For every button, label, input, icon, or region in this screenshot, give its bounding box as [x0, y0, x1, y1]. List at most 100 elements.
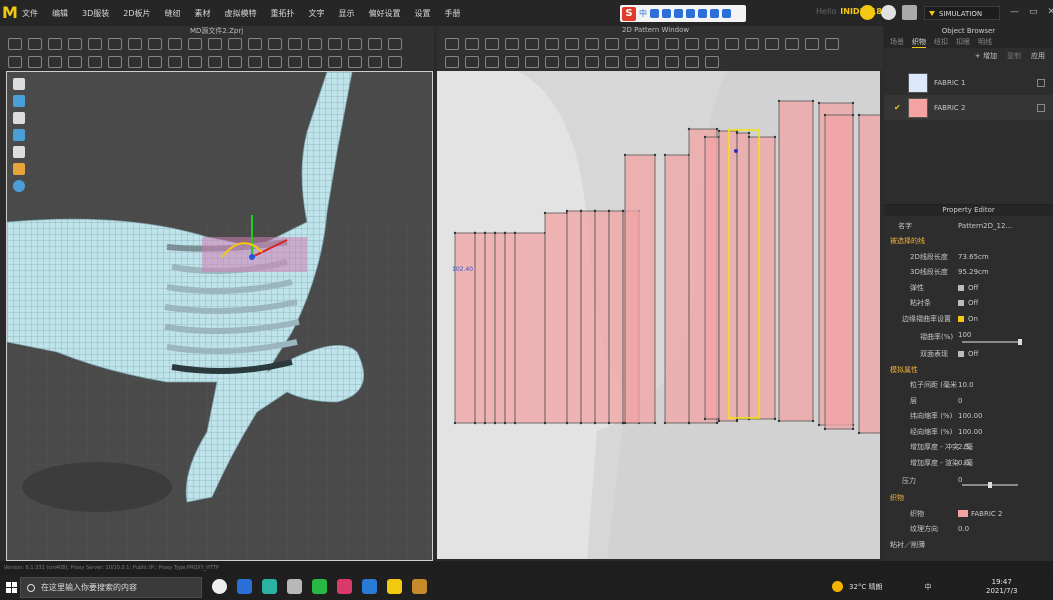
pattern-point[interactable] — [607, 209, 611, 213]
pattern-point[interactable] — [857, 431, 861, 435]
pattern-point[interactable] — [503, 421, 507, 425]
elastic-checkbox[interactable] — [958, 284, 964, 291]
2d-tool-icon[interactable] — [605, 38, 619, 50]
2d-tool-icon[interactable] — [745, 38, 759, 50]
pattern-point[interactable] — [735, 131, 739, 135]
3d-tool-icon[interactable] — [268, 38, 282, 50]
pattern-point[interactable] — [653, 421, 657, 425]
prop-layer[interactable]: 层0 — [884, 393, 1053, 409]
2d-tool-icon[interactable] — [545, 56, 559, 68]
pattern-piece[interactable] — [514, 232, 546, 424]
pattern-point[interactable] — [607, 421, 611, 425]
3d-tool-icon[interactable] — [268, 56, 282, 68]
3d-tool-icon[interactable] — [128, 56, 142, 68]
lock-icon[interactable] — [1037, 103, 1045, 112]
3d-tool-icon[interactable] — [388, 38, 402, 50]
pattern-piece[interactable] — [778, 100, 814, 422]
2d-tool-icon[interactable] — [565, 38, 579, 50]
bond-checkbox[interactable] — [958, 300, 964, 307]
2d-tool-icon[interactable] — [465, 56, 479, 68]
viewport-2d[interactable]: 102.40 — [437, 71, 880, 559]
prop-grain[interactable]: 纹理方向 0.0 — [884, 522, 1053, 538]
taskbar-search[interactable]: 在这里输入你要搜索的内容 — [20, 577, 202, 598]
2d-tool-icon[interactable] — [645, 56, 659, 68]
menu-sewing[interactable]: 缝纫 — [165, 8, 181, 19]
3d-tool-icon[interactable] — [108, 38, 122, 50]
3d-tool-icon[interactable] — [88, 56, 102, 68]
ime-toolbar[interactable]: S 中 — [620, 5, 746, 22]
3d-tool-icon[interactable] — [308, 38, 322, 50]
2d-tool-icon[interactable] — [585, 38, 599, 50]
pattern-piece[interactable] — [454, 232, 476, 424]
wechat-icon[interactable] — [312, 579, 327, 594]
3d-tool-icon[interactable] — [148, 56, 162, 68]
light-icon[interactable] — [13, 146, 25, 158]
3d-tool-icon[interactable] — [128, 38, 142, 50]
pattern-point[interactable] — [715, 127, 719, 131]
pressure-slider[interactable] — [962, 481, 1018, 488]
pattern-point[interactable] — [811, 419, 815, 423]
pattern-point[interactable] — [621, 209, 625, 213]
pattern-piece[interactable] — [624, 154, 656, 424]
pattern-piece[interactable] — [718, 130, 738, 422]
2d-tool-icon[interactable] — [645, 38, 659, 50]
3d-tool-icon[interactable] — [8, 38, 22, 50]
avatar-icon[interactable] — [13, 163, 25, 175]
2d-tool-icon[interactable] — [785, 38, 799, 50]
pattern-point[interactable] — [579, 421, 583, 425]
3d-tool-icon[interactable] — [148, 38, 162, 50]
2d-tool-icon[interactable] — [505, 38, 519, 50]
pattern-point[interactable] — [817, 423, 821, 427]
pattern-piece[interactable] — [664, 154, 690, 424]
pattern-point[interactable] — [851, 101, 855, 105]
pattern-point[interactable] — [653, 153, 657, 157]
fabric-dropdown[interactable]: FABRIC 2 — [971, 510, 1002, 518]
2d-tool-icon[interactable] — [765, 38, 779, 50]
emoji-icon[interactable] — [662, 9, 671, 18]
3d-tool-icon[interactable] — [228, 38, 242, 50]
pattern-point[interactable] — [857, 113, 861, 117]
pattern-point[interactable] — [483, 231, 487, 235]
2d-tool-icon[interactable] — [705, 56, 719, 68]
2d-tool-icon[interactable] — [665, 56, 679, 68]
menu-materials[interactable]: 素材 — [195, 8, 211, 19]
menu-text[interactable]: 文字 — [309, 8, 325, 19]
prop-curvature[interactable]: 边缘褶曲率设置 On — [884, 311, 1053, 327]
pattern-point[interactable] — [823, 113, 827, 117]
ime-indicator[interactable]: 中 — [925, 582, 932, 592]
pattern-point[interactable] — [623, 421, 627, 425]
2d-tool-icon[interactable] — [685, 56, 699, 68]
2d-tool-icon[interactable] — [585, 56, 599, 68]
tab-button[interactable]: 纽扣 — [934, 37, 948, 48]
3d-tool-icon[interactable] — [48, 38, 62, 50]
3d-tool-icon[interactable] — [168, 56, 182, 68]
weather-text[interactable]: 32°C 晴朗 — [849, 582, 883, 592]
pattern-piece[interactable] — [594, 210, 610, 424]
2d-tool-icon[interactable] — [545, 38, 559, 50]
pattern-point[interactable] — [473, 231, 477, 235]
2d-tool-icon[interactable] — [685, 38, 699, 50]
menu-manual[interactable]: 手册 — [445, 8, 461, 19]
section-fabric[interactable]: 织物 — [884, 491, 1053, 507]
3d-tool-icon[interactable] — [108, 56, 122, 68]
prop-pressure[interactable]: 压力 0 — [884, 471, 1053, 491]
punctuation-icon[interactable] — [650, 9, 659, 18]
name-input[interactable]: Pattern2D_12... — [958, 222, 1053, 230]
2d-tool-icon[interactable] — [805, 38, 819, 50]
simulation-mode-dropdown[interactable]: SIMULATION — [924, 6, 1000, 20]
tab-scene[interactable]: 场景 — [890, 37, 904, 48]
pattern-point[interactable] — [453, 231, 457, 235]
lock-icon[interactable] — [1037, 78, 1045, 87]
fabric-item-1[interactable]: FABRIC 1 — [884, 70, 1053, 95]
pattern-point[interactable] — [663, 421, 667, 425]
2d-tool-icon[interactable] — [485, 56, 499, 68]
pattern-piece[interactable] — [474, 232, 486, 424]
3d-tool-icon[interactable] — [208, 38, 222, 50]
pattern-point[interactable] — [747, 131, 751, 135]
menu-preferences[interactable]: 偏好设置 — [369, 8, 401, 19]
3d-tool-icon[interactable] — [348, 56, 362, 68]
menu-avatar[interactable]: 虚拟模特 — [225, 8, 257, 19]
2d-tool-icon[interactable] — [565, 56, 579, 68]
pattern-point[interactable] — [817, 101, 821, 105]
toolbox-icon[interactable] — [710, 9, 719, 18]
